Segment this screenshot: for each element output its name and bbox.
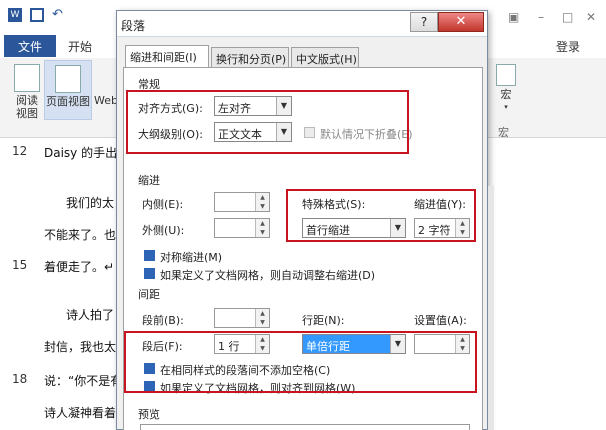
spacing-section-title: 间距 bbox=[138, 288, 160, 301]
line-number: 12 bbox=[12, 144, 28, 158]
line-number: 15 bbox=[12, 258, 28, 272]
spin-up-icon[interactable]: ▲ bbox=[256, 309, 269, 318]
auto-adjust-indent-label: 如果定义了文档网格，则自动调整右缩进(D) bbox=[160, 269, 376, 282]
tab-home[interactable]: 开始 bbox=[68, 38, 92, 55]
spin-down-icon[interactable]: ▼ bbox=[256, 202, 269, 211]
dialog-close-button[interactable]: ✕ bbox=[438, 12, 484, 32]
highlight-box-spacing bbox=[124, 331, 477, 393]
inside-indent-label: 内侧(E): bbox=[142, 198, 184, 211]
web-layout-button[interactable]: Web bbox=[94, 60, 116, 107]
spin-down-icon[interactable]: ▼ bbox=[256, 228, 269, 237]
outside-indent-spinner[interactable]: ▲ ▼ bbox=[214, 218, 270, 238]
outside-indent-label: 外侧(U): bbox=[142, 224, 185, 237]
doc-line: 我们的太 bbox=[66, 196, 115, 210]
print-layout-label: 页面视图 bbox=[46, 95, 90, 108]
help-button[interactable]: ? bbox=[410, 12, 438, 32]
print-layout-icon bbox=[55, 65, 81, 93]
spin-up-icon[interactable]: ▲ bbox=[256, 219, 269, 228]
preview-box bbox=[140, 424, 470, 430]
minimize-button[interactable]: – bbox=[538, 10, 544, 24]
dialog-title: 段落 bbox=[121, 19, 146, 33]
mirror-indents-label: 对称缩进(M) bbox=[160, 251, 223, 264]
doc-line: 诗人拍了 bbox=[66, 308, 115, 322]
inside-indent-spinner[interactable]: ▲ ▼ bbox=[214, 192, 270, 212]
dialog-title-bar: 段落 ? ✕ bbox=[117, 11, 487, 37]
highlight-box-special-indent bbox=[286, 189, 476, 242]
login-link[interactable]: 登录 bbox=[556, 38, 580, 55]
web-layout-label: Web bbox=[94, 94, 116, 107]
doc-line: 着便走了。↵ bbox=[44, 260, 115, 274]
line-spacing-label: 行距(N): bbox=[302, 314, 345, 327]
doc-line: 说：“你不是有 bbox=[44, 374, 123, 388]
space-before-spinner[interactable]: ▲ ▼ bbox=[214, 308, 270, 328]
tab-file[interactable]: 文件 bbox=[4, 35, 56, 57]
line-spacing-at-label: 设置值(A): bbox=[414, 314, 467, 327]
mirror-indents-checkbox[interactable] bbox=[144, 250, 155, 261]
read-view-icon bbox=[14, 64, 40, 92]
spin-down-icon[interactable]: ▼ bbox=[256, 318, 269, 327]
preview-section-title: 预览 bbox=[138, 408, 160, 421]
space-before-label: 段前(B): bbox=[142, 314, 184, 327]
read-view-label-2: 视图 bbox=[16, 107, 38, 120]
tab-asian-typography[interactable]: 中文版式(H) bbox=[291, 47, 359, 67]
save-icon[interactable] bbox=[30, 8, 44, 22]
line-number: 18 bbox=[12, 372, 28, 386]
maximize-button[interactable]: □ bbox=[562, 10, 573, 24]
macros-button[interactable]: 宏 ▾ bbox=[494, 60, 518, 114]
doc-margin bbox=[500, 146, 506, 152]
window-close-button[interactable]: ✕ bbox=[586, 10, 596, 24]
macro-dropdown-icon: ▾ bbox=[504, 103, 508, 111]
read-view-label-1: 阅读 bbox=[16, 94, 38, 107]
spin-up-icon[interactable]: ▲ bbox=[256, 193, 269, 202]
auto-adjust-indent-checkbox[interactable] bbox=[144, 268, 155, 279]
scrollbar[interactable] bbox=[488, 186, 494, 430]
doc-line: 诗人凝神看着 bbox=[44, 406, 117, 420]
ribbon-display-icon[interactable]: ▣ bbox=[508, 10, 519, 24]
tab-line-page-breaks[interactable]: 换行和分页(P) bbox=[211, 47, 289, 67]
macro-icon bbox=[496, 64, 516, 86]
word-app-icon: W bbox=[8, 8, 22, 22]
read-view-button[interactable]: 阅读 视图 bbox=[10, 60, 44, 120]
indent-section-title: 缩进 bbox=[138, 174, 160, 187]
undo-icon[interactable]: ↶ bbox=[52, 8, 66, 22]
print-layout-button[interactable]: 页面视图 bbox=[44, 60, 92, 120]
tab-indents-spacing[interactable]: 缩进和间距(I) bbox=[125, 45, 209, 68]
macro-label: 宏 bbox=[500, 88, 512, 101]
highlight-box-general bbox=[126, 90, 409, 154]
